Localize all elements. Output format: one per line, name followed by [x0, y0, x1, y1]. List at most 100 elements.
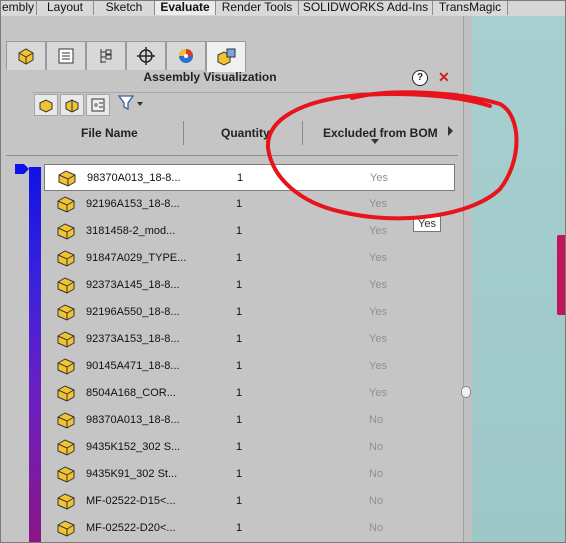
file-name-cell: 3181458-2_mod...	[86, 225, 176, 237]
display-manager-tab[interactable]	[166, 41, 206, 70]
excluded-cell: Yes	[369, 360, 387, 372]
table-row[interactable]: 98370A013_18-8... 1 No	[44, 407, 455, 434]
part-icon	[57, 493, 75, 510]
file-name-cell: 9435K152_302 S...	[86, 441, 181, 453]
quantity-cell: 1	[236, 387, 243, 399]
column-separator[interactable]	[183, 121, 184, 145]
featuremanager-icon	[18, 48, 34, 65]
quantity-cell: 1	[236, 441, 243, 453]
tab-transmagic[interactable]: TransMagic	[433, 0, 508, 15]
properties-icon	[91, 98, 105, 112]
part-icon	[57, 250, 75, 267]
part-icon	[57, 439, 75, 456]
tab-evaluate[interactable]: Evaluate	[155, 0, 216, 15]
part-icon	[57, 412, 75, 429]
excluded-cell: No	[369, 495, 384, 507]
excluded-cell: Yes	[369, 252, 387, 264]
quantity-cell: 1	[236, 360, 243, 372]
assembly-icon	[65, 99, 79, 113]
splitter-handle[interactable]	[461, 386, 471, 398]
file-name-cell: MF-02522-D15<...	[86, 495, 176, 507]
group-by-part-button[interactable]	[34, 94, 58, 116]
help-icon[interactable]: ?	[412, 70, 428, 86]
part-icon	[39, 99, 53, 113]
table-row[interactable]: 9435K91_302 St... 1 No	[44, 461, 455, 488]
table-row[interactable]: 92373A145_18-8... 1 Yes	[44, 272, 455, 299]
panel-title: Assembly Visualization	[143, 70, 277, 84]
quantity-cell: 1	[236, 198, 243, 210]
featuremanager-tab[interactable]	[6, 41, 46, 70]
assembly-visualization-icon	[217, 48, 236, 66]
excluded-cell: No	[369, 441, 384, 453]
part-icon	[57, 196, 75, 213]
gradient-slider-handle[interactable]	[15, 164, 29, 174]
file-name-cell: 92373A153_18-8...	[86, 333, 180, 345]
tab-render-tools[interactable]: Render Tools	[216, 0, 299, 15]
dimxpert-tab[interactable]	[126, 41, 166, 70]
table-row[interactable]: 9435K152_302 S... 1 No	[44, 434, 455, 461]
part-icon	[58, 170, 76, 187]
part-icon	[57, 466, 75, 483]
table-row[interactable]: 90145A471_18-8... 1 Yes	[44, 353, 455, 380]
quantity-cell: 1	[236, 279, 243, 291]
table-row[interactable]: 8504A168_COR... 1 Yes	[44, 380, 455, 407]
part-icon	[57, 385, 75, 402]
excluded-cell: Yes	[369, 333, 387, 345]
file-name-cell: 8504A168_COR...	[86, 387, 176, 399]
file-name-cell: 9435K91_302 St...	[86, 468, 178, 480]
value-gradient-bar	[29, 167, 41, 543]
filter-button[interactable]	[117, 92, 147, 114]
tab-layout[interactable]: Layout	[37, 0, 94, 15]
tab-assembly[interactable]: embly	[0, 0, 37, 15]
file-name-cell: MF-02522-D20<...	[86, 522, 176, 534]
red-ellipse-annotation	[265, 90, 519, 221]
table-row[interactable]: MF-02522-D15<... 1 No	[44, 488, 455, 515]
file-name-cell: 98370A013_18-8...	[86, 414, 180, 426]
propertymanager-icon	[58, 48, 74, 64]
configurationmanager-tab[interactable]	[86, 41, 126, 70]
excluded-cell: No	[369, 414, 384, 426]
excluded-cell: No	[369, 468, 384, 480]
quantity-cell: 1	[236, 414, 243, 426]
table-row[interactable]: 91847A029_TYPE... 1 Yes	[44, 245, 455, 272]
part-icon	[57, 358, 75, 375]
assembly-visualization-tab[interactable]	[206, 41, 246, 72]
quantity-cell: 1	[236, 333, 243, 345]
table-row[interactable]: 92196A550_18-8... 1 Yes	[44, 299, 455, 326]
propertymanager-tab[interactable]	[46, 41, 86, 70]
quantity-cell: 1	[236, 495, 243, 507]
tab-sketch[interactable]: Sketch	[94, 0, 155, 15]
part-icon	[57, 277, 75, 294]
file-name-cell: 92196A550_18-8...	[86, 306, 180, 318]
part-icon	[57, 331, 75, 348]
file-name-cell: 92196A153_18-8...	[86, 198, 180, 210]
close-icon[interactable]: ✕	[438, 70, 450, 85]
table-row[interactable]: 92373A153_18-8... 1 Yes	[44, 326, 455, 353]
columns-button[interactable]	[86, 94, 110, 116]
configurationmanager-icon	[100, 49, 112, 63]
model-fragment	[557, 235, 566, 315]
file-name-cell: 90145A471_18-8...	[86, 360, 180, 372]
quantity-cell: 1	[236, 522, 243, 534]
dimxpert-icon	[137, 47, 155, 65]
excluded-cell: Yes	[369, 279, 387, 291]
table-row[interactable]: MF-02522-D20<... 1 No	[44, 515, 455, 542]
tab-solidworks-add-ins[interactable]: SOLIDWORKS Add-Ins	[299, 0, 433, 15]
part-icon	[57, 520, 75, 537]
quantity-cell: 1	[236, 468, 243, 480]
part-icon	[57, 304, 75, 321]
nested-view-button[interactable]	[60, 94, 84, 116]
excluded-cell: Yes	[369, 306, 387, 318]
part-icon	[57, 223, 75, 240]
excluded-cell: Yes	[369, 387, 387, 399]
quantity-cell: 1	[236, 306, 243, 318]
command-manager-tabs: embly Layout Sketch Evaluate Render Tool…	[0, 0, 566, 17]
column-header-file-name[interactable]: File Name	[81, 126, 138, 140]
excluded-cell: No	[369, 522, 384, 534]
file-name-cell: 91847A029_TYPE...	[86, 252, 187, 264]
file-name-cell: 92373A145_18-8...	[86, 279, 180, 291]
file-name-cell: 98370A013_18-8...	[87, 172, 181, 184]
filter-icon	[117, 95, 143, 111]
quantity-cell: 1	[236, 252, 243, 264]
display-manager-icon	[179, 49, 193, 63]
